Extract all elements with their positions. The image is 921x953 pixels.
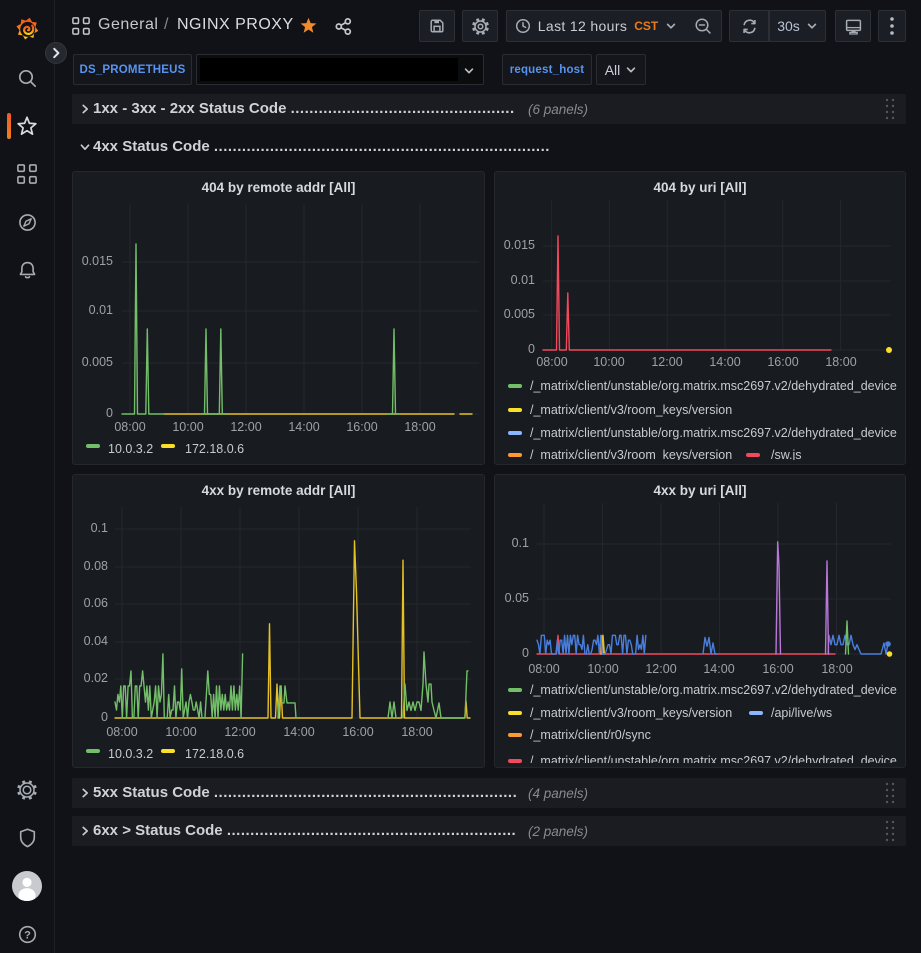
svg-text:0.08: 0.08: [84, 559, 108, 573]
svg-text:18:00: 18:00: [401, 725, 432, 739]
svg-text:12:00: 12:00: [651, 355, 682, 369]
svg-text:/_matrix/client/v3/room_keys/v: /_matrix/client/v3/room_keys/version: [530, 448, 732, 460]
svg-text:08:00: 08:00: [536, 355, 567, 369]
svg-text:10.0.3.2: 10.0.3.2: [108, 747, 153, 761]
svg-text:/_matrix/client/v3/room_keys/v: /_matrix/client/v3/room_keys/version: [530, 706, 732, 720]
svg-text:0.1: 0.1: [512, 536, 529, 550]
svg-text:16:00: 16:00: [762, 662, 793, 676]
svg-text:10:00: 10:00: [172, 420, 203, 434]
svg-text:0.01: 0.01: [89, 303, 113, 317]
svg-text:0.015: 0.015: [82, 254, 113, 268]
svg-text:14:00: 14:00: [709, 355, 740, 369]
svg-text:0.05: 0.05: [505, 591, 529, 605]
svg-text:0: 0: [522, 646, 529, 660]
svg-text:18:00: 18:00: [821, 662, 852, 676]
svg-text:10.0.3.2: 10.0.3.2: [108, 442, 153, 456]
svg-text:18:00: 18:00: [825, 355, 856, 369]
svg-text:/_matrix/client/unstable/org.m: /_matrix/client/unstable/org.matrix.msc2…: [530, 754, 897, 763]
svg-text:/api/live/ws: /api/live/ws: [771, 706, 832, 720]
svg-text:/_matrix/client/r0/sync: /_matrix/client/r0/sync: [530, 728, 651, 742]
svg-text:/_matrix/client/unstable/org.m: /_matrix/client/unstable/org.matrix.msc2…: [530, 683, 897, 697]
svg-text:14:00: 14:00: [283, 725, 314, 739]
svg-text:/_matrix/client/unstable/org.m: /_matrix/client/unstable/org.matrix.msc2…: [530, 426, 897, 440]
svg-text:172.18.0.6: 172.18.0.6: [185, 442, 244, 456]
svg-text:/sw.js: /sw.js: [771, 448, 802, 460]
svg-text:/_matrix/client/unstable/org.m: /_matrix/client/unstable/org.matrix.msc2…: [530, 379, 897, 393]
svg-text:0.04: 0.04: [84, 634, 108, 648]
svg-text:10:00: 10:00: [587, 662, 618, 676]
svg-text:16:00: 16:00: [346, 420, 377, 434]
svg-text:16:00: 16:00: [342, 725, 373, 739]
svg-text:16:00: 16:00: [767, 355, 798, 369]
svg-text:08:00: 08:00: [106, 725, 137, 739]
svg-text:?: ?: [24, 929, 31, 941]
svg-text:/_matrix/client/v3/room_keys/v: /_matrix/client/v3/room_keys/version: [530, 403, 732, 417]
svg-text:08:00: 08:00: [114, 420, 145, 434]
svg-text:0: 0: [106, 406, 113, 420]
svg-text:0.015: 0.015: [504, 238, 535, 252]
svg-text:0.005: 0.005: [504, 307, 535, 321]
svg-text:0: 0: [101, 710, 108, 724]
svg-text:10:00: 10:00: [593, 355, 624, 369]
svg-text:0.02: 0.02: [84, 671, 108, 685]
svg-text:12:00: 12:00: [224, 725, 255, 739]
svg-text:0: 0: [528, 342, 535, 356]
svg-text:08:00: 08:00: [528, 662, 559, 676]
svg-text:12:00: 12:00: [645, 662, 676, 676]
svg-text:12:00: 12:00: [230, 420, 261, 434]
svg-text:0.1: 0.1: [91, 521, 108, 535]
svg-text:10:00: 10:00: [165, 725, 196, 739]
svg-text:0.005: 0.005: [82, 355, 113, 369]
svg-text:172.18.0.6: 172.18.0.6: [185, 747, 244, 761]
svg-text:18:00: 18:00: [404, 420, 435, 434]
svg-text:14:00: 14:00: [703, 662, 734, 676]
svg-text:14:00: 14:00: [288, 420, 319, 434]
svg-text:0.01: 0.01: [511, 273, 535, 287]
svg-text:0.06: 0.06: [84, 596, 108, 610]
